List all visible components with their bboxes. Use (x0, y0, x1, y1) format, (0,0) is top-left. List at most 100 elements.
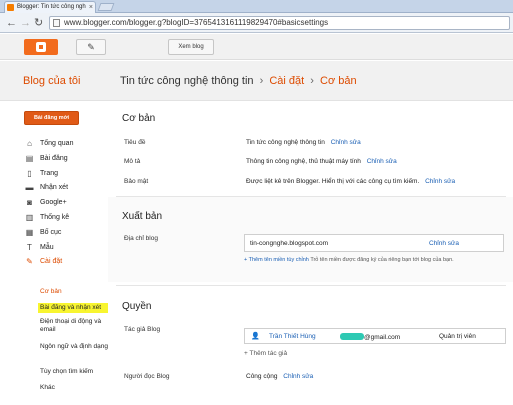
pencil-icon: ✎ (87, 42, 95, 52)
breadcrumb: Tin tức công nghệ thông tin › Cài đặt › … (120, 75, 357, 87)
breadcrumb-settings[interactable]: Cài đặt (269, 75, 304, 87)
blogger-favicon-icon (7, 4, 14, 11)
sidebar: Bài đăng mới ⌂ Tổng quan ▤ Bài đăng ▯ Tr… (0, 101, 108, 405)
sidebar-item-label: Cài đặt (40, 258, 63, 266)
new-tab-button[interactable] (97, 3, 115, 11)
google-plus-icon: ◙ (27, 198, 32, 208)
redacted-mark (340, 333, 364, 340)
blogger-header: ✎ Xem blog (0, 34, 513, 60)
sidebar-nav: ⌂ Tổng quan ▤ Bài đăng ▯ Trang ▬ Nhận xé… (24, 137, 108, 270)
blog-address-value: tin-congnghe.blogspot.com (250, 240, 329, 247)
section-divider (116, 285, 506, 286)
browser-toolbar: ← → ↻ www.blogger.com/blogger.g?blogID=3… (0, 13, 513, 33)
posts-icon: ▤ (25, 153, 34, 163)
title-bar: Blog của tôi Tin tức công nghệ thông tin… (0, 61, 513, 101)
title-text: Tin tức công nghệ thông tin (246, 139, 325, 146)
add-custom-domain-link[interactable]: + Thêm tên miền tùy chỉnh (244, 257, 309, 263)
sidebar-item-posts[interactable]: ▤ Bài đăng (24, 152, 108, 167)
back-arrow-icon[interactable]: ← (6, 17, 17, 29)
new-post-button[interactable]: Bài đăng mới (24, 111, 79, 125)
blog-address-label: Địa chỉ blog (124, 235, 158, 242)
author-email-text: @gmail.com (364, 334, 401, 341)
sidebar-item-layout[interactable]: ▦ Bố cục (24, 226, 108, 241)
sidebar-item-label: Nhận xét (40, 184, 69, 192)
settings-sub-basic[interactable]: Cơ bản (40, 288, 110, 296)
sidebar-item-pages[interactable]: ▯ Trang (24, 167, 108, 182)
breadcrumb-separator: › (259, 75, 264, 87)
template-icon: T (27, 242, 32, 252)
breadcrumb-separator: › (310, 75, 314, 87)
sidebar-item-google-plus[interactable]: ◙ Google+ (24, 196, 108, 211)
browser-tab-bar: Blogger: Tin tức công ngh × (0, 0, 513, 13)
view-blog-button[interactable]: Xem blog (168, 39, 214, 55)
user-icon: 👤 (251, 333, 260, 340)
description-value: Thông tin công nghệ, thủ thuật máy tính … (246, 158, 397, 165)
edit-address-link[interactable]: Chỉnh sửa (429, 240, 459, 247)
section-heading-basic: Cơ bản (122, 113, 156, 124)
edit-post-button[interactable]: ✎ (76, 39, 106, 55)
page-icon (53, 19, 60, 27)
sidebar-item-template[interactable]: T Mẫu (24, 241, 108, 256)
author-email: @gmail.com (340, 333, 400, 341)
sidebar-item-label: Bài đăng (40, 154, 68, 162)
reload-icon[interactable]: ↻ (34, 17, 43, 29)
home-icon: ⌂ (27, 139, 32, 148)
section-heading-publishing: Xuất bản (122, 211, 163, 222)
tab-close-icon[interactable]: × (89, 2, 93, 13)
breadcrumb-current: Cơ bản (320, 75, 357, 87)
blog-readers-value: Công cộng Chỉnh sửa (246, 373, 313, 380)
sidebar-item-comments[interactable]: ▬ Nhận xét (24, 181, 108, 196)
settings-sub-search-preferences[interactable]: Tùy chọn tìm kiếm (40, 368, 110, 376)
breadcrumb-blog-name[interactable]: Tin tức công nghệ thông tin (120, 75, 254, 87)
settings-sub-posts-comments[interactable]: Bài đăng và nhận xét (38, 303, 108, 313)
settings-main: Cơ bản Tiêu đề Tin tức công nghệ thông t… (108, 101, 513, 405)
description-text: Thông tin công nghệ, thủ thuật máy tính (246, 158, 361, 165)
comments-icon: ▬ (25, 183, 34, 193)
forward-arrow-icon[interactable]: → (20, 17, 31, 29)
blogger-logo-button[interactable] (24, 39, 58, 55)
privacy-text: Được liệt kê trên Blogger. Hiển thị với … (246, 178, 420, 185)
description-label: Mô tả (124, 158, 141, 165)
readers-text: Công cộng (246, 373, 278, 380)
sidebar-item-label: Tổng quan (40, 140, 74, 147)
sidebar-item-label: Mẫu (40, 243, 54, 251)
sidebar-item-label: Google+ (40, 199, 67, 207)
blog-authors-label: Tác giả Blog (124, 326, 161, 333)
settings-sub-mobile-email[interactable]: Điện thoại di động và email (40, 318, 110, 334)
author-role[interactable]: Quản trị viên (439, 333, 476, 340)
author-name-link[interactable]: Trần Thiết Hùng (269, 333, 316, 340)
custom-domain-note: + Thêm tên miền tùy chỉnh Trỏ tên miền đ… (244, 257, 509, 264)
blogger-logo-icon (36, 42, 46, 52)
sidebar-item-settings[interactable]: ✎ Cài đặt (24, 255, 108, 270)
title-label: Tiêu đề (124, 139, 146, 146)
blog-readers-label: Người đọc Blog (124, 373, 170, 380)
sidebar-item-label: Thống kê (40, 213, 70, 221)
tab-title: Blogger: Tin tức công ngh (17, 4, 86, 10)
add-author-link[interactable]: + Thêm tác giả (244, 350, 509, 357)
layout-icon: ▦ (25, 227, 34, 237)
address-bar[interactable]: www.blogger.com/blogger.g?blogID=3765413… (49, 16, 510, 30)
wrench-icon: ✎ (26, 257, 33, 267)
pages-icon: ▯ (27, 168, 32, 178)
edit-privacy-link[interactable]: Chỉnh sửa (425, 178, 455, 185)
edit-readers-link[interactable]: Chỉnh sửa (283, 373, 313, 380)
sidebar-item-overview[interactable]: ⌂ Tổng quan (24, 137, 108, 152)
privacy-label: Bảo mật (124, 178, 149, 185)
title-value: Tin tức công nghệ thông tin Chỉnh sửa (246, 139, 361, 146)
browser-tab[interactable]: Blogger: Tin tức công ngh × (4, 1, 96, 13)
my-blogs-link[interactable]: Blog của tôi (23, 75, 80, 87)
sidebar-item-label: Bố cục (40, 228, 62, 236)
url-text: www.blogger.com/blogger.g?blogID=3765413… (64, 18, 329, 27)
stats-icon: ▥ (25, 212, 34, 222)
privacy-value: Được liệt kê trên Blogger. Hiển thị với … (246, 178, 455, 185)
blog-address-field: tin-congnghe.blogspot.com Chỉnh sửa (244, 234, 504, 252)
sidebar-item-label: Trang (40, 169, 59, 177)
settings-sub-language-format[interactable]: Ngôn ngữ và định dạng (40, 343, 110, 351)
author-row: 👤 Trần Thiết Hùng @gmail.com Quản trị vi… (244, 328, 506, 344)
section-heading-permissions: Quyền (122, 301, 152, 312)
custom-domain-help: Trỏ tên miền được đăng ký của riêng bạn … (310, 257, 454, 263)
settings-sub-other[interactable]: Khác (40, 384, 110, 392)
edit-description-link[interactable]: Chỉnh sửa (367, 158, 397, 165)
edit-title-link[interactable]: Chỉnh sửa (331, 139, 361, 146)
sidebar-item-stats[interactable]: ▥ Thống kê (24, 211, 108, 226)
